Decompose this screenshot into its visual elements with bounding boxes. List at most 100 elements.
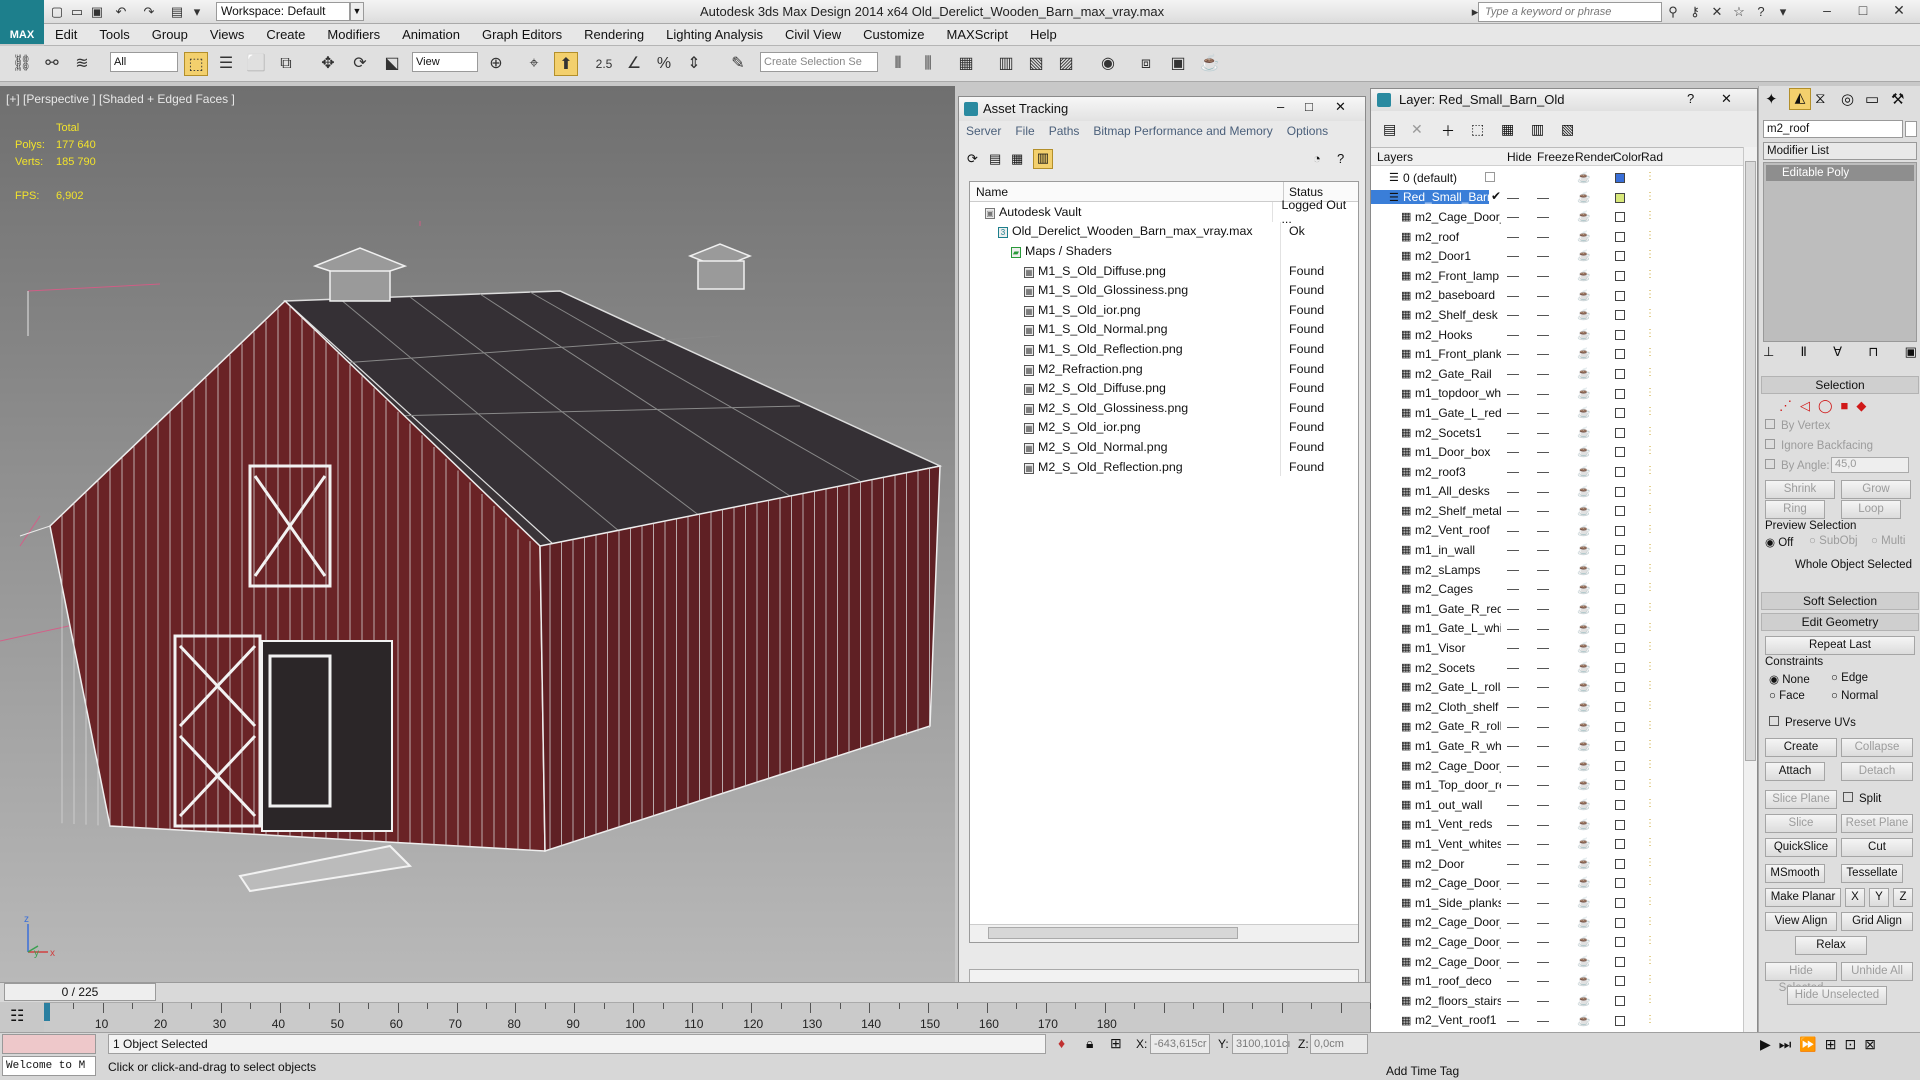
layer-color-swatch[interactable] (1615, 251, 1625, 262)
freeze-toggle[interactable] (1537, 452, 1549, 454)
render-teapot-icon[interactable]: ☕ (1577, 778, 1591, 791)
binoculars-icon[interactable]: ⚲ (1664, 3, 1682, 21)
layer-color-swatch[interactable] (1615, 584, 1625, 595)
radiosity-icon[interactable]: ⋮ (1645, 465, 1655, 476)
layer-column-freeze[interactable]: Freeze (1537, 150, 1574, 164)
layer-name[interactable]: m2_Gate_R_rolls (1371, 719, 1501, 733)
select-object-icon[interactable]: ⬚ (184, 52, 208, 76)
layer-color-swatch[interactable] (1615, 897, 1625, 908)
modify-tab-icon[interactable]: ◭ (1789, 88, 1811, 110)
freeze-toggle[interactable] (1537, 432, 1549, 434)
layer-color-swatch[interactable] (1615, 427, 1625, 438)
configure-sets-icon[interactable]: ▣ (1905, 344, 1917, 366)
object-name-field[interactable]: m2_roof (1763, 120, 1903, 138)
layer-row[interactable]: ▦ m2_floors_stairs ☕ ⋮ (1371, 991, 1743, 1011)
layer-name[interactable]: m2_Cage_Door_ (1371, 876, 1501, 890)
layer-row[interactable]: ▦ m2_Front_lamp ☕ ⋮ (1371, 266, 1743, 286)
object-color-swatch[interactable] (1905, 121, 1917, 137)
layer-color-swatch[interactable] (1615, 388, 1625, 399)
slice-button[interactable]: Slice (1765, 814, 1837, 833)
layer-name[interactable]: m2_Hooks (1371, 328, 1501, 342)
freeze-toggle[interactable] (1537, 746, 1549, 748)
hide-toggle[interactable] (1507, 393, 1519, 395)
layer-row[interactable]: ▦ m1_in_wall ☕ ⋮ (1371, 540, 1743, 560)
layer-color-swatch[interactable] (1615, 310, 1625, 321)
layer-name[interactable]: m2_roof3 (1371, 465, 1501, 479)
radiosity-icon[interactable]: ⋮ (1645, 210, 1655, 221)
render-teapot-icon[interactable]: ☕ (1577, 445, 1591, 458)
layer-color-swatch[interactable] (1615, 212, 1625, 223)
radiosity-icon[interactable]: ⋮ (1645, 602, 1655, 613)
layer-row[interactable]: ▦m1_Vent_whites ☕ ⋮ (1371, 834, 1743, 854)
minimize-icon[interactable]: – (1812, 0, 1842, 20)
soft-selection-rollout-header[interactable]: Soft Selection (1761, 592, 1919, 610)
radiosity-icon[interactable]: ⋮ (1645, 876, 1655, 887)
render-teapot-icon[interactable]: ☕ (1577, 1014, 1591, 1027)
hide-toggle[interactable] (1507, 373, 1519, 375)
layer-row[interactable]: ▦ m2_Shelf_metal ☕ ⋮ (1371, 501, 1743, 521)
layer-color-swatch[interactable] (1615, 702, 1625, 713)
render-teapot-icon[interactable]: ☕ (1577, 641, 1591, 654)
layer-row[interactable]: ▦ m2_Cage_Door_ ☕ ⋮ (1371, 913, 1743, 933)
star-icon[interactable]: ☆ (1730, 3, 1748, 21)
hide-toggle[interactable] (1507, 785, 1519, 787)
render-teapot-icon[interactable]: ☕ (1577, 171, 1591, 184)
angle-spinner[interactable]: 45,0 (1831, 457, 1909, 473)
layer-row[interactable]: ▦ m2_Gate_L_rolls ☕ ⋮ (1371, 677, 1743, 697)
layer-name[interactable]: m2_Cage_Door_ (1371, 210, 1501, 224)
radiosity-icon[interactable]: ⋮ (1645, 622, 1655, 633)
asset-menu-options[interactable]: Options (1280, 124, 1335, 138)
freeze-toggle[interactable] (1537, 981, 1549, 983)
layer-name[interactable]: m2_Vent_roof1 (1371, 1013, 1501, 1027)
radiosity-icon[interactable]: ⋮ (1645, 485, 1655, 496)
reference-coordinate-select[interactable]: View (412, 52, 478, 72)
vault-icon[interactable]: ◔ (1313, 151, 1321, 166)
exchange-icon[interactable]: ✕ (1708, 3, 1726, 21)
asset-menu-server[interactable]: Server (959, 124, 1008, 138)
layer-color-swatch[interactable] (1615, 604, 1625, 615)
layer-panel-title[interactable]: Layer: Red_Small_Barn_Old (1371, 89, 1757, 111)
search-input[interactable]: Type a keyword or phrase (1478, 2, 1662, 22)
asset-menu-bitmap-performance-and-memory[interactable]: Bitmap Performance and Memory (1086, 124, 1279, 138)
schematic-view-icon[interactable]: ▨ (1054, 52, 1078, 76)
render-teapot-icon[interactable]: ☕ (1577, 367, 1591, 380)
radiosity-icon[interactable]: ⋮ (1645, 563, 1655, 574)
hide-toggle[interactable] (1507, 569, 1519, 571)
freeze-toggle[interactable] (1537, 197, 1549, 199)
layer-row[interactable]: ▦ m1_out_wall ☕ ⋮ (1371, 795, 1743, 815)
layer-color-swatch[interactable] (1615, 486, 1625, 497)
freeze-toggle[interactable] (1537, 256, 1549, 258)
layer-row[interactable]: ▦ m1_Top_door_re ☕ ⋮ (1371, 775, 1743, 795)
help-icon[interactable]: ? (1687, 91, 1694, 106)
asset-row[interactable]: ▦ M1_S_Old_Reflection.png Found (970, 339, 1358, 359)
layer-row[interactable]: ▦ m2_roof ☕ ⋮ (1371, 227, 1743, 247)
layer-color-swatch[interactable] (1615, 839, 1625, 850)
freeze-toggle[interactable] (1537, 393, 1549, 395)
constraint-normal-radio[interactable]: ○ Normal (1831, 690, 1878, 702)
layer-row[interactable]: ☰Red_Small_Barn_Ol✔☕⋮ (1371, 188, 1743, 208)
freeze-toggle[interactable] (1537, 373, 1549, 375)
layer-color-swatch[interactable] (1615, 721, 1625, 732)
add-to-layer-icon[interactable]: ＋ (1441, 121, 1455, 141)
constraint-none-radio[interactable]: ◉ None (1769, 672, 1810, 686)
ring-button[interactable]: Ring (1765, 500, 1825, 519)
selection-rollout-header[interactable]: Selection (1761, 376, 1919, 394)
layer-row[interactable]: ▦ m2_Cage_Door_ ☕ ⋮ (1371, 756, 1743, 776)
minimize-icon[interactable]: – (1277, 99, 1284, 114)
render-teapot-icon[interactable]: ☕ (1577, 269, 1591, 282)
open-folder-icon[interactable]: ▭ (68, 3, 86, 21)
material-editor-icon[interactable]: ◉ (1096, 52, 1120, 76)
radiosity-icon[interactable]: ⋮ (1645, 406, 1655, 417)
create-tab-icon[interactable]: ✦ (1765, 90, 1778, 108)
layer-color-swatch[interactable] (1615, 643, 1625, 654)
freeze-toggle[interactable] (1537, 569, 1549, 571)
layer-name[interactable]: m2_Vent_roof (1371, 523, 1501, 537)
layer-row[interactable]: ▦ m2_baseboard ☕ ⋮ (1371, 286, 1743, 306)
layer-name[interactable]: m1_All_desks (1371, 484, 1501, 498)
keyboard-shortcut-icon[interactable]: ⬆ (554, 52, 578, 76)
hide-toggle[interactable] (1507, 315, 1519, 317)
key-icon[interactable]: ⚷ (1686, 3, 1704, 21)
playback-controls[interactable]: ▶⏭⏩⊞⊡⊠ (1760, 1036, 1884, 1053)
asset-row[interactable]: ▦ M2_S_Old_Glossiness.png Found (970, 397, 1358, 418)
subobject-level-icons[interactable]: ⋰◁◯■◆ (1779, 398, 1874, 414)
